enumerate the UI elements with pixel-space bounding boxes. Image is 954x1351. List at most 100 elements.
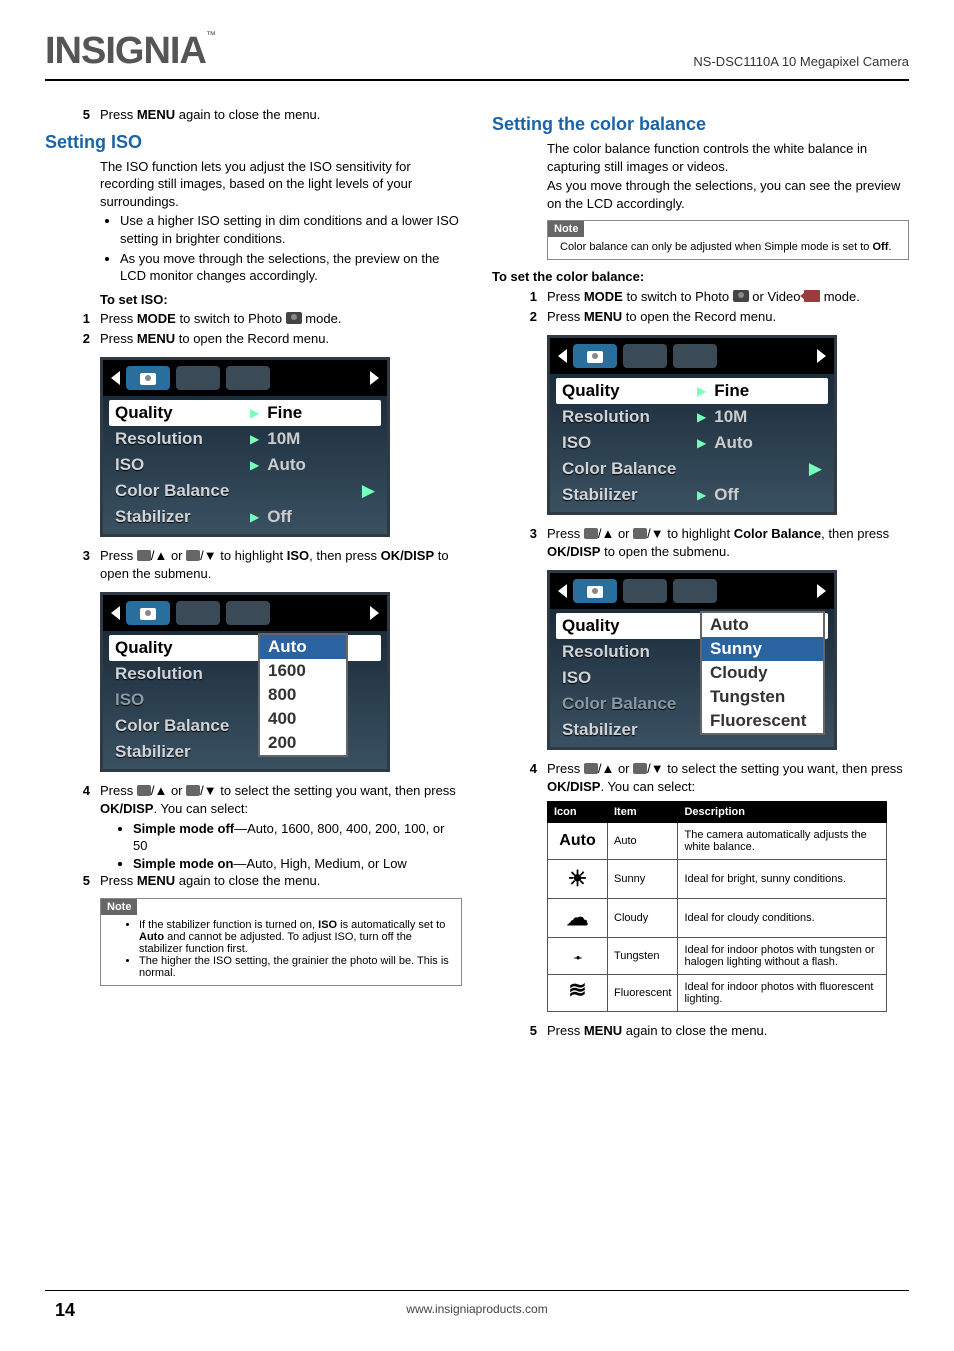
flash-down-icon (186, 785, 200, 796)
cb-step-5: 5 Press MENU again to close the menu. (517, 1022, 909, 1040)
flash-down-icon (633, 763, 647, 774)
brand-logo: INSIGNIA™ (45, 30, 215, 73)
nav-left-icon (111, 606, 120, 620)
wb-sunny-icon (548, 860, 608, 899)
table-row: Fluorescent Ideal for indoor photos with… (548, 975, 887, 1012)
heading-to-set-cb: To set the color balance: (492, 268, 909, 286)
cb-step-2: 2 Press MENU to open the Record menu. (517, 308, 909, 326)
record-menu-cb-sub: Quality Resolution ISO Color Balance Sta… (547, 570, 837, 750)
macro-up-icon (584, 763, 598, 774)
table-row: -●- Tungsten Ideal for indoor photos wit… (548, 938, 887, 975)
tab-other-2 (226, 366, 270, 390)
right-column: Setting the color balance The color bala… (492, 106, 909, 1042)
record-menu-cb: Quality▶Fine Resolution▶10M ISO▶Auto Col… (547, 335, 837, 515)
arrow-right-icon: ▶ (250, 432, 259, 446)
dropdown-item: 1600 (260, 659, 346, 683)
camera-icon (286, 312, 302, 324)
camera-icon (733, 290, 749, 302)
menu-body: Quality▶Fine Resolution▶10M ISO▶Auto Col… (550, 374, 834, 512)
camera-icon (587, 586, 603, 598)
menu-row-resolution: Resolution▶10M (103, 426, 387, 452)
table-header-item: Item (608, 802, 678, 823)
nav-right-icon (370, 371, 379, 385)
content-columns: 5 Press MENU again to close the menu. Se… (45, 106, 909, 1042)
heading-setting-iso: Setting ISO (45, 130, 462, 154)
table-header-icon: Icon (548, 802, 608, 823)
cb-note-box: Note Color balance can only be adjusted … (547, 220, 909, 260)
camera-icon (140, 373, 156, 385)
footer-url: www.insigniaproducts.com (0, 1302, 954, 1316)
nav-right-icon (817, 349, 826, 363)
tab-photo (126, 366, 170, 390)
product-name: NS-DSC1110A 10 Megapixel Camera (693, 54, 909, 69)
dropdown-item: 400 (260, 707, 346, 731)
iso-bullet: Use a higher ISO setting in dim conditio… (120, 212, 462, 247)
table-row: Auto Auto The camera automatically adjus… (548, 823, 887, 860)
logo-tm: ™ (206, 30, 215, 41)
cb-intro-1: The color balance function controls the … (547, 140, 909, 175)
tab-other-2 (673, 344, 717, 368)
wb-auto-icon: Auto (548, 823, 608, 860)
wb-item: Auto (608, 823, 678, 860)
menu-row-quality: Quality▶Fine (556, 378, 828, 404)
macro-up-icon (137, 785, 151, 796)
iso-note-box: Note If the stabilizer function is turne… (100, 898, 462, 986)
dropdown-item: 200 (260, 731, 346, 755)
wb-desc: The camera automatically adjusts the whi… (678, 823, 887, 860)
arrow-right-icon: ▶ (697, 384, 706, 398)
menu-row-iso: ISO▶Auto (550, 430, 834, 456)
macro-up-icon (137, 550, 151, 561)
tab-other-2 (226, 601, 270, 625)
footer-rule (45, 1290, 909, 1291)
menu-row-quality: Quality▶Fine (109, 400, 381, 426)
wb-desc: Ideal for bright, sunny conditions. (678, 860, 887, 899)
menu-tabs (550, 573, 834, 609)
iso-step-1: 1 Press MODE to switch to Photo mode. (70, 310, 462, 328)
iso-step-2: 2 Press MENU to open the Record menu. (70, 330, 462, 348)
iso-step-4: 4 Press /▲ or /▼ to select the setting y… (70, 782, 462, 817)
wb-desc: Ideal for indoor photos with tungsten or… (678, 938, 887, 975)
menu-tabs (103, 595, 387, 631)
heading-to-set-iso: To set ISO: (100, 291, 462, 309)
tab-other-2 (673, 579, 717, 603)
cb-step-1: 1 Press MODE to switch to Photo or Video… (517, 288, 909, 306)
left-column: 5 Press MENU again to close the menu. Se… (45, 106, 462, 1042)
wb-desc: Ideal for cloudy conditions. (678, 899, 887, 938)
dropdown-item: Cloudy (702, 661, 823, 685)
cb-step-3: 3 Press /▲ or /▼ to highlight Color Bala… (517, 525, 909, 560)
step-number: 5 (70, 106, 90, 124)
menu-tabs (103, 360, 387, 396)
cb-intro-2: As you move through the selections, you … (547, 177, 909, 212)
wb-cloudy-icon (548, 899, 608, 938)
nav-right-icon (817, 584, 826, 598)
tab-photo (126, 601, 170, 625)
arrow-right-icon: ▶ (250, 458, 259, 472)
menu-row-stabilizer: Stabilizer▶Off (103, 504, 387, 530)
menu-row-stabilizer: Stabilizer▶Off (550, 482, 834, 508)
note-item: If the stabilizer function is turned on,… (139, 919, 451, 955)
iso-intro: The ISO function lets you adjust the ISO… (100, 158, 462, 211)
dropdown-item: Sunny (702, 637, 823, 661)
camera-icon (140, 608, 156, 620)
wb-tungsten-icon: -●- (548, 938, 608, 975)
nav-left-icon (558, 584, 567, 598)
wb-item: Fluorescent (608, 975, 678, 1012)
dropdown-item: Tungsten (702, 685, 823, 709)
wb-item: Sunny (608, 860, 678, 899)
menu-row-resolution: Resolution▶10M (550, 404, 834, 430)
table-row: Sunny Ideal for bright, sunny conditions… (548, 860, 887, 899)
iso-dropdown: Auto 1600 800 400 200 (258, 633, 348, 757)
arrow-right-icon: ▶ (362, 481, 375, 501)
logo-text: INSIGNIA (45, 30, 206, 72)
iso-step-5: 5 Press MENU again to close the menu. (70, 872, 462, 890)
iso-step-4-options: Simple mode off—Auto, 1600, 800, 400, 20… (115, 820, 462, 873)
menu-row-color-balance: Color Balance▶ (103, 478, 387, 504)
tab-photo (573, 579, 617, 603)
tab-photo (573, 344, 617, 368)
arrow-right-icon: ▶ (697, 488, 706, 502)
note-label: Note (101, 899, 137, 915)
wb-item: Tungsten (608, 938, 678, 975)
nav-left-icon (558, 349, 567, 363)
menu-row-color-balance: Color Balance▶ (550, 456, 834, 482)
note-body: Color balance can only be adjusted when … (548, 237, 908, 259)
